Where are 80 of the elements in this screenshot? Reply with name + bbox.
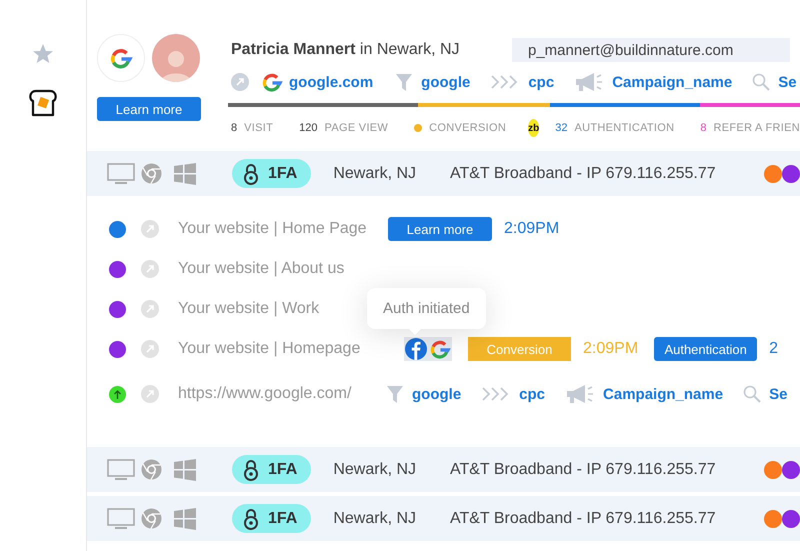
avatar-dot (764, 460, 782, 478)
lock-icon (243, 508, 259, 530)
windows-icon (174, 508, 196, 530)
arrow-circle-icon (141, 340, 159, 358)
conversion-badge: Conversion (468, 337, 571, 361)
windows-icon (174, 162, 196, 184)
session-location: Newark, NJ (333, 510, 418, 528)
star-icon[interactable] (32, 43, 54, 65)
page-title: Your website | Homepage (178, 340, 362, 358)
google-logo-icon (429, 338, 451, 360)
contact-name: Patricia Mannert in Newark, NJ (231, 41, 461, 59)
session-row[interactable]: 1FA Newark, NJ AT&T Broadband - IP 679.116.255.77 (87, 496, 800, 541)
stat-value: 32 (555, 122, 568, 134)
utm-link[interactable]: google (421, 74, 470, 90)
arrow-circle-icon (141, 385, 159, 403)
stat-value: 8 (700, 122, 707, 134)
session-row[interactable]: 1FA Newark, NJ AT&T Broadband - IP 679.116.255.77 (87, 151, 800, 196)
megaphone-icon (565, 383, 596, 405)
learn-more-button[interactable]: Learn more (97, 97, 201, 121)
monitor-icon (107, 458, 135, 480)
browser-icon (141, 459, 162, 480)
auth-label: 1FA (268, 460, 298, 478)
session-row[interactable]: 1FA Newark, NJ AT&T Broadband - IP 679.116.255.77 (87, 447, 800, 492)
avatar-dot (782, 460, 800, 478)
toast-icon[interactable] (27, 87, 59, 119)
arrow-circle-icon (141, 260, 159, 278)
stat-value: 8 (231, 122, 238, 134)
stat-label: VISIT (244, 122, 274, 134)
funnel-icon (386, 384, 404, 404)
stat-label: REFER A FRIEN (714, 122, 800, 134)
logo-badge: zb (528, 119, 540, 137)
browser-icon (141, 508, 162, 529)
page-title: https://www.google.com/ (178, 385, 352, 403)
funnel-icon (395, 72, 414, 92)
utm-link[interactable]: Se (778, 74, 797, 90)
auth-label: 1FA (268, 510, 298, 528)
stat-label: PAGE VIEW (324, 122, 388, 134)
search-icon[interactable] (752, 73, 770, 91)
session-location: Newark, NJ (333, 460, 418, 478)
arrow-circle-icon (141, 300, 159, 318)
event-time: 2 (769, 340, 778, 358)
arrow-circle-icon (231, 73, 249, 91)
stat-label: CONVERSION (429, 122, 506, 134)
learn-more-button[interactable]: Learn more (388, 217, 492, 241)
arrow-circle-icon (141, 220, 159, 238)
stat-value: 120 (299, 122, 318, 134)
megaphone-icon (574, 71, 604, 93)
search-icon[interactable] (743, 385, 762, 403)
avatar-dot (764, 164, 782, 182)
lock-icon (243, 162, 259, 184)
event-time: 2:09PM (583, 340, 638, 358)
session-isp: AT&T Broadband - IP 679.116.255.77 (450, 460, 717, 478)
domain-link[interactable]: google.com (289, 74, 374, 90)
authentication-button[interactable]: Authentication (654, 337, 758, 361)
avatar-dot (782, 164, 800, 182)
stat-label: AUTHENTICATION (574, 122, 674, 134)
lock-icon (243, 458, 259, 480)
utm-link[interactable]: Se (769, 386, 788, 402)
session-isp: AT&T Broadband - IP 679.116.255.77 (450, 164, 717, 182)
utm-link[interactable]: cpc (528, 74, 554, 90)
facebook-icon (405, 338, 427, 360)
avatar-dot (764, 510, 782, 528)
monitor-icon (107, 508, 135, 530)
avatar-dot (782, 510, 800, 528)
utm-link[interactable]: cpc (519, 386, 546, 402)
windows-icon (174, 458, 196, 480)
session-location: Newark, NJ (333, 164, 418, 182)
google-logo-icon (109, 46, 133, 70)
email-field[interactable]: p_mannert@buildinnature.com (512, 38, 790, 62)
utm-link[interactable]: Campaign_name (612, 74, 732, 90)
utm-link[interactable]: Campaign_name (603, 386, 724, 402)
event-time: 2:09PM (504, 220, 560, 238)
session-isp: AT&T Broadband - IP 679.116.255.77 (450, 510, 717, 528)
monitor-icon (107, 162, 135, 184)
utm-link[interactable]: google (412, 386, 462, 402)
page-title: Your website | About us (178, 260, 346, 278)
browser-icon (141, 163, 162, 184)
auth-label: 1FA (268, 164, 298, 182)
google-logo-icon (261, 71, 283, 93)
page-title: Your website | Home Page (178, 220, 368, 238)
